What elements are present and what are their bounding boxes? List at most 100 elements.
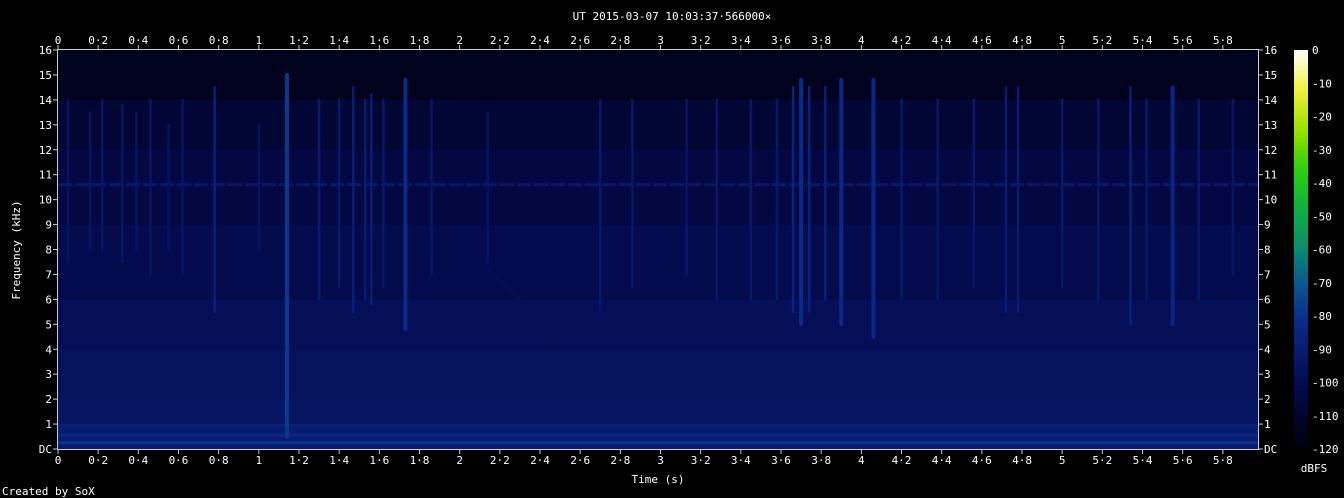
colorbar-label: dBFS bbox=[1301, 462, 1328, 475]
x-tick-label: 1·8 bbox=[410, 34, 430, 47]
x-tick-label: 5·6 bbox=[1173, 34, 1193, 47]
y-tick-label: 8 bbox=[45, 244, 52, 257]
x-tick-label: 1 bbox=[256, 454, 263, 467]
noise-band bbox=[58, 399, 1258, 425]
y-tick-label: 16 bbox=[39, 44, 52, 57]
y-tick-label: 10 bbox=[39, 194, 52, 207]
x-tick-label: 0·6 bbox=[169, 34, 189, 47]
x-tick-label: 3·8 bbox=[811, 454, 831, 467]
x-tick-label: 1·6 bbox=[369, 454, 389, 467]
x-tick-label: 4·8 bbox=[1012, 34, 1032, 47]
colorbar: 0 -10 -20 -30 -40 -50 -60 -70 -80 -90 -100 -110 -120… bbox=[1294, 44, 1339, 475]
x-tick-label: 1·4 bbox=[329, 34, 349, 47]
y-tick-label: 6 bbox=[45, 293, 52, 306]
y-tick-label: 15 bbox=[39, 69, 52, 82]
x-tick-label: 3·4 bbox=[731, 34, 751, 47]
noise-band bbox=[58, 299, 1258, 350]
noise-band bbox=[58, 349, 1258, 400]
colorbar-tick-label: -120 bbox=[1312, 443, 1339, 456]
y-axis-left: DC12345678910111213141516 bbox=[39, 44, 57, 456]
y-axis-right: DC12345678910111213141516 bbox=[1259, 44, 1278, 456]
x-tick-label: 0·2 bbox=[88, 454, 108, 467]
y-tick-label: 4 bbox=[45, 343, 52, 356]
x-tick-label: 3·6 bbox=[771, 454, 791, 467]
noise-band bbox=[58, 224, 1258, 300]
x-tick-label: 3 bbox=[657, 34, 664, 47]
y-tick-label: DC bbox=[1264, 443, 1277, 456]
y-tick-label: 3 bbox=[45, 368, 52, 381]
x-tick-label: 4·2 bbox=[892, 454, 912, 467]
y-tick-label: 4 bbox=[1264, 343, 1271, 356]
colorbar-tick-label: 0 bbox=[1312, 44, 1319, 57]
x-tick-label: 5·4 bbox=[1133, 454, 1153, 467]
y-tick-label: 2 bbox=[1264, 393, 1271, 406]
y-tick-label: 9 bbox=[45, 219, 52, 232]
colorbar-tick-label: -20 bbox=[1312, 111, 1332, 124]
y-tick-label: 14 bbox=[39, 94, 53, 107]
x-tick-label: 0·8 bbox=[209, 34, 229, 47]
y-tick-label: 10 bbox=[1264, 194, 1277, 207]
x-tick-label: 2·2 bbox=[490, 454, 510, 467]
x-tick-label: 5·2 bbox=[1092, 34, 1112, 47]
y-tick-label: 7 bbox=[45, 268, 52, 281]
x-tick-label: 5·4 bbox=[1133, 34, 1153, 47]
x-tick-label: 2·2 bbox=[490, 34, 510, 47]
x-tick-label: 5·2 bbox=[1092, 454, 1112, 467]
y-tick-label: 7 bbox=[1264, 268, 1271, 281]
plot-area bbox=[57, 49, 1259, 450]
x-tick-label: 1·8 bbox=[410, 454, 430, 467]
y-tick-label: 9 bbox=[1264, 219, 1271, 232]
y-tick-label: 1 bbox=[45, 418, 52, 431]
footer-credit: Created by SoX bbox=[2, 485, 95, 498]
x-axis-bottom: 0 0·2 0·4 0·6 0·8 1 1·2 1·4 1·6 1·8 2 2·2 2·4 2·6 2·8 3… bbox=[55, 450, 1233, 467]
y-tick-label: 5 bbox=[45, 318, 52, 331]
x-tick-label: 1·2 bbox=[289, 454, 309, 467]
noise-band bbox=[58, 50, 1258, 100]
noise-band bbox=[58, 99, 1258, 150]
x-tick-label: 1·6 bbox=[369, 34, 389, 47]
x-tick-label: 2·4 bbox=[530, 34, 550, 47]
x-tick-label: 3 bbox=[657, 454, 664, 467]
x-tick-label: 0·4 bbox=[128, 34, 148, 47]
x-tick-label: 1 bbox=[256, 34, 263, 47]
x-tick-label: 4·8 bbox=[1012, 454, 1032, 467]
x-tick-label: 4 bbox=[858, 34, 865, 47]
x-tick-label: 5 bbox=[1059, 34, 1066, 47]
y-tick-label: 16 bbox=[1264, 44, 1277, 57]
colorbar-tick-label: -10 bbox=[1312, 77, 1332, 90]
x-tick-label: 5·8 bbox=[1213, 34, 1233, 47]
x-tick-label: 0·2 bbox=[88, 34, 108, 47]
x-tick-label: 2·8 bbox=[610, 454, 630, 467]
y-tick-label: DC bbox=[39, 443, 52, 456]
x-tick-label: 4 bbox=[858, 454, 865, 467]
colorbar-tick-label: -100 bbox=[1312, 377, 1339, 390]
x-tick-label: 0·4 bbox=[128, 454, 148, 467]
x-tick-label: 5·8 bbox=[1213, 454, 1233, 467]
y-tick-label: 8 bbox=[1264, 244, 1271, 257]
y-tick-label: 13 bbox=[39, 119, 52, 132]
x-tick-label: 3·2 bbox=[691, 34, 711, 47]
x-tick-label: 0·6 bbox=[169, 454, 189, 467]
x-tick-label: 3·4 bbox=[731, 454, 751, 467]
y-tick-label: 11 bbox=[1264, 169, 1277, 182]
x-tick-label: 0 bbox=[55, 34, 62, 47]
x-tick-label: 3·2 bbox=[691, 454, 711, 467]
x-tick-label: 4·2 bbox=[892, 34, 912, 47]
x-tick-label: 4·4 bbox=[932, 454, 952, 467]
x-tick-label: 1·2 bbox=[289, 34, 309, 47]
colorbar-tick-label: -80 bbox=[1312, 310, 1332, 323]
colorbar-tick-label: -40 bbox=[1312, 177, 1332, 190]
x-tick-label: 2·6 bbox=[570, 34, 590, 47]
x-tick-label: 0·8 bbox=[209, 454, 229, 467]
noise-band bbox=[58, 149, 1258, 225]
x-tick-label: 0 bbox=[55, 454, 62, 467]
y-axis-label: Frequency (kHz) bbox=[10, 200, 23, 299]
y-tick-label: 15 bbox=[1264, 69, 1277, 82]
x-tick-label: 3·6 bbox=[771, 34, 791, 47]
x-tick-label: 4·6 bbox=[972, 34, 992, 47]
x-tick-label: 1·4 bbox=[329, 454, 349, 467]
y-tick-label: 1 bbox=[1264, 418, 1271, 431]
x-tick-label: 2 bbox=[456, 34, 463, 47]
y-tick-label: 12 bbox=[39, 144, 52, 157]
x-tick-label: 5·6 bbox=[1173, 454, 1193, 467]
